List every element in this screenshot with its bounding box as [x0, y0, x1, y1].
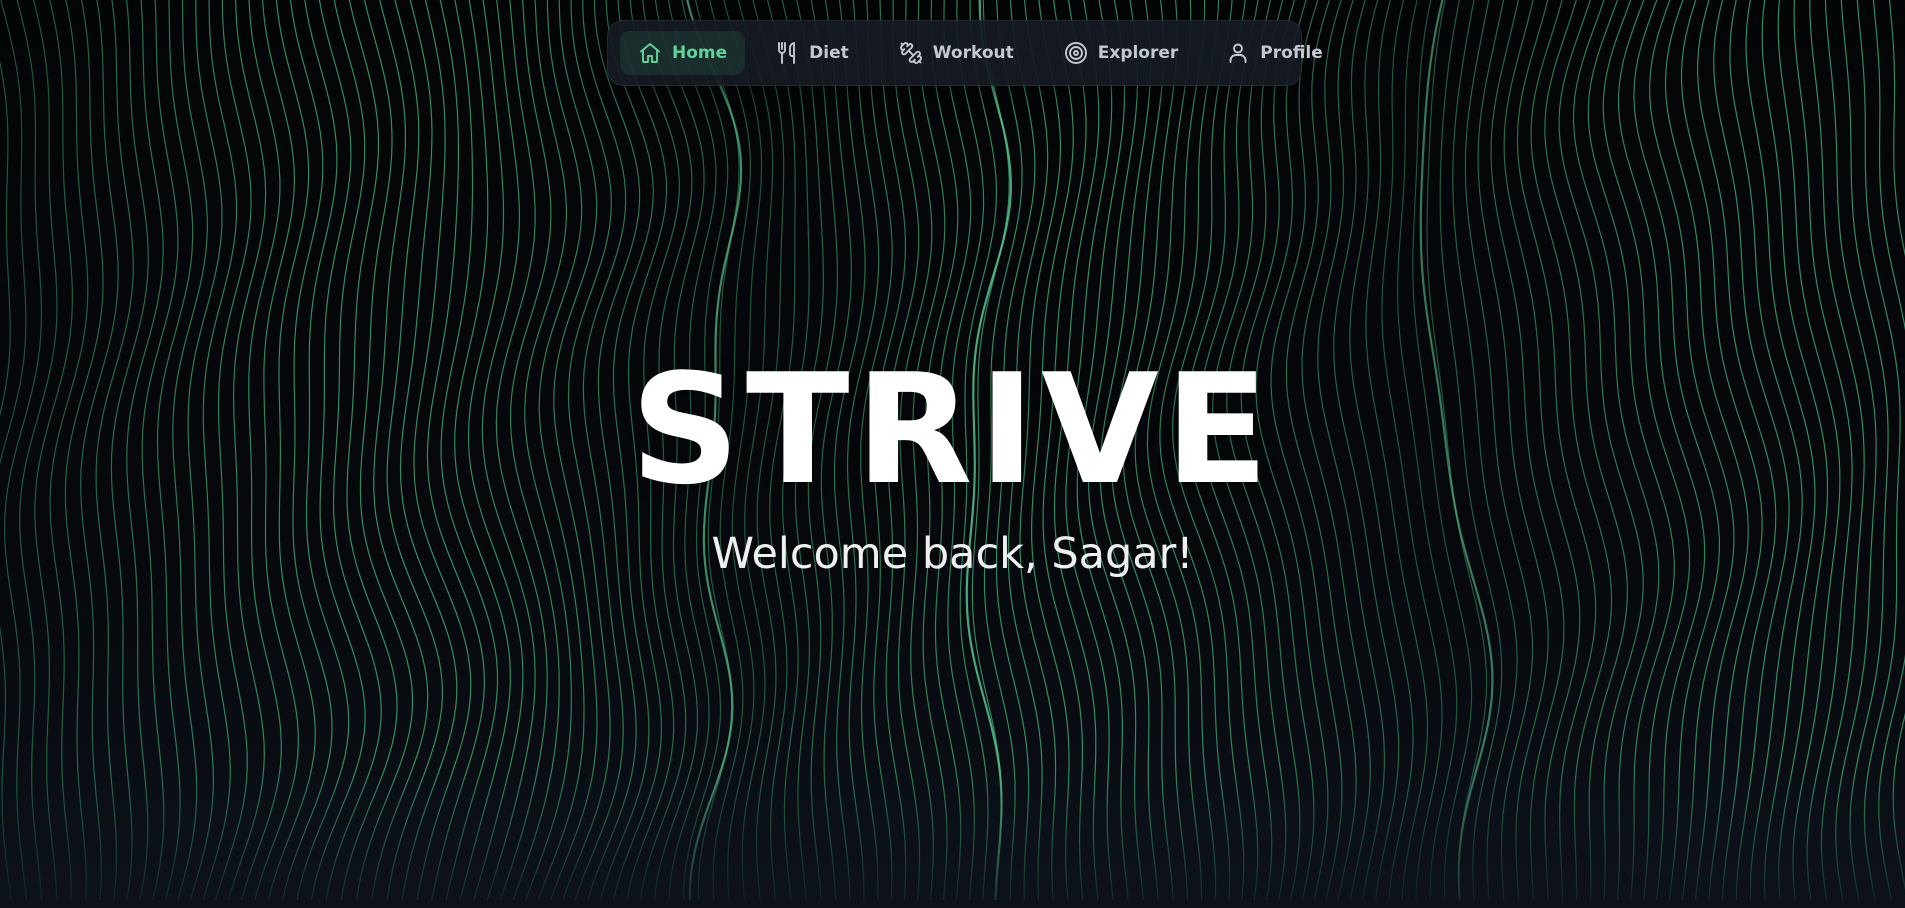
welcome-message: Welcome back, Sagar!	[711, 529, 1194, 579]
app-title: STRIVE	[630, 341, 1275, 518]
nav-item-label: Diet	[809, 43, 849, 63]
nav-item-label: Explorer	[1097, 43, 1179, 63]
utensils-icon	[778, 42, 796, 64]
app-page: Home Diet Workout Explorer Profile STRIV…	[0, 0, 1905, 908]
nav-item-label: Workout	[932, 43, 1014, 63]
nav-item-home[interactable]: Home	[620, 31, 746, 75]
nav-item-workout[interactable]: Workout	[881, 31, 1032, 75]
top-navigation: Home Diet Workout Explorer Profile	[607, 20, 1323, 86]
home-icon	[640, 43, 660, 63]
dumbbell-icon	[899, 42, 922, 64]
nav-item-label: Home	[672, 43, 728, 63]
nav-item-profile[interactable]: Profile	[1208, 31, 1340, 75]
nav-item-diet[interactable]: Diet	[757, 31, 867, 75]
user-icon	[1229, 43, 1247, 63]
nav-item-label: Profile	[1260, 43, 1323, 63]
nav-item-explorer[interactable]: Explorer	[1046, 31, 1197, 75]
target-icon	[1064, 42, 1087, 64]
